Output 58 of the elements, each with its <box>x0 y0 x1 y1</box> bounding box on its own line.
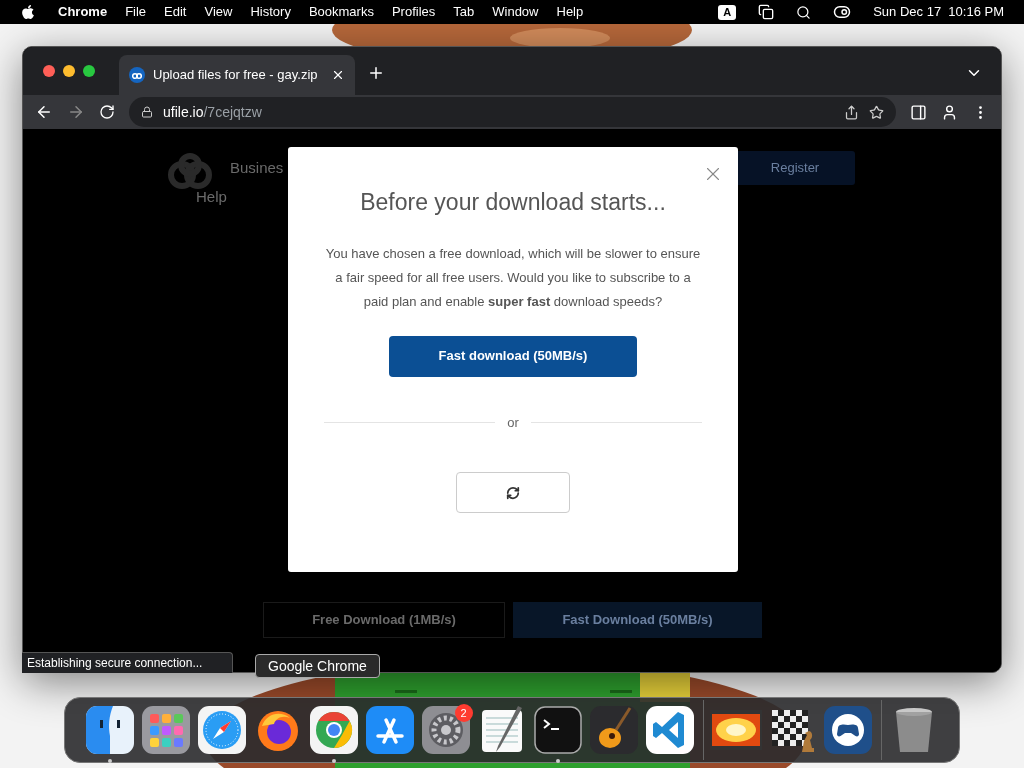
crossed-sticks-icon[interactable] <box>366 706 414 754</box>
menu-item[interactable]: Edit <box>164 2 187 22</box>
modal-message: You have chosen a free download, which will be slower to ensure a fair speed for all free users. Would you like to subscribe to a paid plan and enable super fast download speeds? <box>325 244 701 311</box>
menu-item[interactable]: Tab <box>453 2 475 22</box>
nav-link[interactable]: Help <box>196 185 284 208</box>
terminal-icon[interactable] <box>534 706 582 754</box>
compass-icon[interactable] <box>198 706 246 754</box>
app-menu[interactable]: Chrome <box>58 2 108 22</box>
input-source-indicator[interactable]: A <box>718 4 737 20</box>
free-download-button[interactable]: Free Download (1MB/s) <box>263 602 505 638</box>
browser-tab[interactable]: Upload files for free - gay.zip <box>119 55 355 95</box>
menu-item[interactable]: Help <box>556 2 584 22</box>
browser-logo-icon[interactable] <box>310 706 358 754</box>
app-grid-icon[interactable] <box>142 706 190 754</box>
share-icon[interactable] <box>844 104 859 120</box>
cloud-logo-icon <box>166 153 214 189</box>
close-tab-icon[interactable] <box>331 68 345 82</box>
menu-item[interactable]: Window <box>492 2 539 22</box>
menu-item[interactable]: Bookmarks <box>308 2 374 22</box>
back-icon[interactable] <box>35 103 53 121</box>
search-icon[interactable] <box>796 4 812 20</box>
dock-tooltip: Google Chrome <box>255 654 380 678</box>
menu-item[interactable]: History <box>250 2 291 22</box>
fast-download-button[interactable]: Fast Download (50MB/s) <box>513 602 762 638</box>
url-text: ufile.io/7cejqtzw <box>163 102 263 122</box>
loading-spinner-icon <box>506 485 520 500</box>
gamepad-icon[interactable] <box>824 706 872 754</box>
trash-icon[interactable] <box>893 706 935 754</box>
cloud-logo-icon <box>129 67 145 83</box>
modal-title: Before your download starts... <box>360 188 666 217</box>
tab-title: Upload files for free - gay.zip <box>153 66 319 85</box>
side-panel-icon[interactable] <box>910 103 927 121</box>
menu-item[interactable]: File <box>125 2 147 22</box>
bookmark-star-icon[interactable] <box>869 104 884 120</box>
apple-icon[interactable] <box>20 4 36 20</box>
fast-download-button[interactable]: Fast download (50MB/s) <box>389 335 637 377</box>
register-button[interactable]: Register <box>735 151 855 185</box>
window-stack-icon[interactable] <box>758 4 775 20</box>
or-divider-text: or <box>507 413 519 432</box>
close-window-button[interactable] <box>43 65 55 77</box>
zoom-window-button[interactable] <box>83 65 95 77</box>
profile-icon[interactable] <box>941 103 958 121</box>
reload-icon[interactable] <box>99 104 115 120</box>
address-bar[interactable]: ufile.io/7cejqtzw <box>129 97 896 127</box>
image-thumbnail-icon[interactable] <box>710 710 762 750</box>
menu-item[interactable]: Profiles <box>391 2 436 22</box>
ribbon-logo-icon[interactable] <box>646 706 694 754</box>
guitar-icon[interactable] <box>590 706 638 754</box>
new-tab-icon[interactable] <box>367 64 385 82</box>
menu-item[interactable]: View <box>204 2 233 22</box>
nav-link[interactable]: Busines <box>230 157 284 180</box>
split-square-icon[interactable] <box>86 706 134 754</box>
menu-clock[interactable]: Sun Dec 17 10:16 PM <box>873 2 1004 22</box>
lock-icon <box>141 106 153 118</box>
minimize-window-button[interactable] <box>63 65 75 77</box>
control-center-icon[interactable] <box>833 3 852 21</box>
status-bubble: Establishing secure connection... <box>22 652 234 673</box>
gear-icon[interactable] <box>422 706 470 754</box>
